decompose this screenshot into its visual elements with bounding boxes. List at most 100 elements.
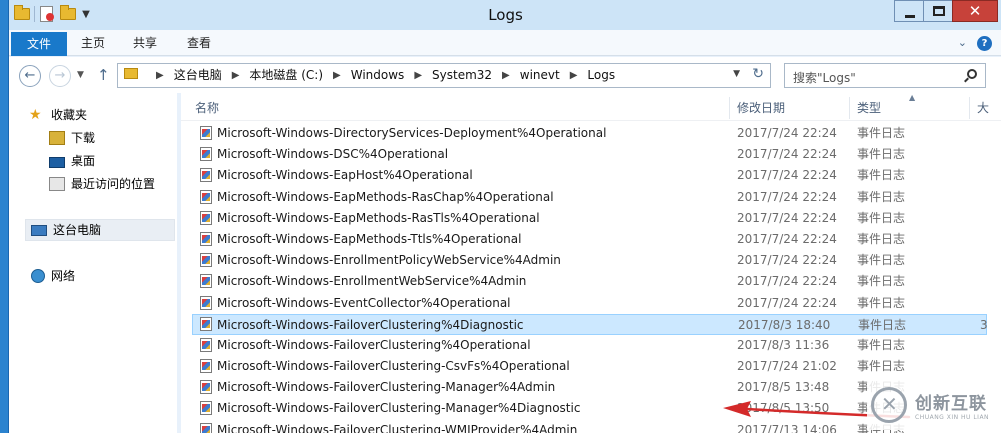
file-name: Microsoft-Windows-FailoverClustering-Man… <box>217 401 581 416</box>
column-header-date[interactable]: 修改日期 <box>737 99 785 116</box>
table-row[interactable]: Microsoft-Windows-EapMethods-Ttls%4Opera… <box>181 229 1001 250</box>
sidebar-item-label: 收藏夹 <box>51 108 88 122</box>
column-divider[interactable] <box>849 97 850 119</box>
brand-logo-icon <box>871 387 907 423</box>
table-row[interactable]: Microsoft-Windows-FailoverClustering-Csv… <box>181 356 1001 377</box>
file-name: Microsoft-Windows-FailoverClustering%4Op… <box>217 337 531 352</box>
breadcrumb-item[interactable]: Logs <box>587 64 615 87</box>
file-date: 2017/7/24 22:24 <box>737 210 837 225</box>
event-log-file-icon <box>200 126 212 140</box>
event-log-file-icon <box>200 147 212 162</box>
refresh-icon[interactable]: ↻ <box>752 66 764 82</box>
sidebar-item-favorites[interactable]: ★ 收藏夹 <box>29 105 87 125</box>
tab-share[interactable]: 共享 <box>133 30 157 56</box>
file-date: 2017/7/24 22:24 <box>737 253 837 268</box>
recent-places-icon <box>49 177 65 191</box>
breadcrumb-item[interactable]: 本地磁盘 (C:) <box>249 64 323 87</box>
table-row[interactable]: Microsoft-Windows-EnrollmentPolicyWebSer… <box>181 250 1001 271</box>
address-dropdown-icon[interactable]: ▼ <box>733 69 740 79</box>
sort-ascending-icon: ▲ <box>909 93 916 102</box>
file-date: 2017/7/24 22:24 <box>737 231 837 246</box>
help-icon[interactable]: ? <box>977 36 992 51</box>
file-name: Microsoft-Windows-EapHost%4Operational <box>217 168 473 183</box>
table-row[interactable]: Microsoft-Windows-EapMethods-RasTls%4Ope… <box>181 208 1001 229</box>
column-header-type[interactable]: 类型 <box>857 99 881 116</box>
up-arrow-icon[interactable]: ↑ <box>97 66 110 84</box>
tab-file[interactable]: 文件 <box>11 32 67 56</box>
table-row[interactable]: Microsoft-Windows-DirectoryServices-Depl… <box>181 123 1001 144</box>
tab-home[interactable]: 主页 <box>81 30 105 56</box>
sidebar-item-label: 下载 <box>71 131 96 145</box>
chevron-right-icon[interactable]: ▶ <box>156 64 164 87</box>
search-icon[interactable] <box>967 69 977 79</box>
chevron-right-icon[interactable]: ▶ <box>232 64 240 87</box>
ribbon-controls: ⌄ ? <box>958 36 992 51</box>
file-name: Microsoft-Windows-FailoverClustering%4Di… <box>217 317 524 332</box>
table-row[interactable]: Microsoft-Windows-EapMethods-RasChap%4Op… <box>181 187 1001 208</box>
address-bar[interactable]: ▶ 这台电脑 ▶ 本地磁盘 (C:) ▶ Windows ▶ System32 … <box>117 63 771 88</box>
event-log-file-icon <box>200 231 212 246</box>
file-type: 事件日志 <box>857 231 906 246</box>
breadcrumb-item[interactable]: 这台电脑 <box>174 64 222 87</box>
desktop-icon <box>49 156 65 168</box>
event-log-file-icon <box>200 359 212 374</box>
sidebar-item-desktop[interactable]: 桌面 <box>49 151 95 171</box>
chevron-right-icon[interactable]: ▶ <box>333 64 341 87</box>
table-row-selected[interactable]: Microsoft-Windows-FailoverClustering%4Di… <box>192 313 988 335</box>
maximize-button[interactable] <box>923 0 953 22</box>
file-date: 2017/8/3 18:40 <box>738 317 831 332</box>
sidebar-item-recent[interactable]: 最近访问的位置 <box>49 174 155 194</box>
breadcrumb-item[interactable]: winevt <box>520 64 560 87</box>
file-type: 事件日志 <box>857 168 906 183</box>
column-divider[interactable] <box>729 97 730 119</box>
breadcrumb-item[interactable]: System32 <box>432 64 492 87</box>
column-header-name[interactable]: 名称 <box>195 99 219 116</box>
search-input[interactable]: 搜索"Logs" <box>784 63 986 88</box>
back-button[interactable]: ← <box>19 65 41 87</box>
table-row[interactable]: Microsoft-Windows-DSC%4Operational 2017/7… <box>181 144 1001 165</box>
sidebar-item-label: 最近访问的位置 <box>71 177 156 191</box>
explorer-window: ▼ Logs ✕ 文件 主页 共享 查看 ⌄ ? ← → ▼ ↑ ▶ 这台电脑 … <box>8 0 1001 433</box>
file-date: 2017/7/24 22:24 <box>737 147 837 162</box>
window-title: Logs <box>488 6 523 24</box>
minimize-button[interactable] <box>894 0 924 22</box>
network-icon <box>31 269 45 283</box>
event-log-file-icon <box>200 316 212 331</box>
watermark-logo: 创新互联 CHUANG XIN HU LIAN <box>867 380 1001 430</box>
close-button[interactable]: ✕ <box>952 0 998 22</box>
sidebar-item-label: 这台电脑 <box>53 223 102 237</box>
file-name: Microsoft-Windows-EnrollmentPolicyWebSer… <box>217 253 561 268</box>
table-row[interactable]: Microsoft-Windows-EnrollmentWebService%4… <box>181 271 1001 292</box>
breadcrumb-item[interactable]: Windows <box>351 64 405 87</box>
column-headers: 名称 修改日期 ▲ 类型 大 <box>181 93 1001 121</box>
close-icon: ✕ <box>968 2 982 20</box>
file-name: Microsoft-Windows-EapMethods-RasChap%4Op… <box>217 189 554 204</box>
table-row[interactable]: Microsoft-Windows-FailoverClustering%4Op… <box>181 335 1001 356</box>
tab-view[interactable]: 查看 <box>187 30 211 56</box>
file-type: 事件日志 <box>857 126 906 140</box>
forward-button[interactable]: → <box>49 65 71 87</box>
chevron-right-icon[interactable]: ▶ <box>502 64 510 87</box>
file-type: 事件日志 <box>857 274 906 289</box>
sidebar-item-downloads[interactable]: 下载 <box>49 128 95 148</box>
chevron-right-icon[interactable]: ▶ <box>414 64 422 87</box>
event-log-file-icon <box>200 337 212 352</box>
maximize-icon <box>933 6 945 16</box>
event-log-file-icon <box>200 274 212 289</box>
star-icon: ★ <box>29 107 42 123</box>
file-type: 事件日志 <box>857 295 906 310</box>
watermark-subtext: CHUANG XIN HU LIAN <box>915 414 990 421</box>
sidebar-item-this-pc[interactable]: 这台电脑 <box>31 220 101 240</box>
sidebar-item-network[interactable]: 网络 <box>31 266 75 286</box>
column-divider[interactable] <box>969 97 970 119</box>
file-date: 2017/7/24 22:24 <box>737 189 837 204</box>
file-name: Microsoft-Windows-EapMethods-Ttls%4Opera… <box>217 231 522 246</box>
expand-ribbon-icon[interactable]: ⌄ <box>958 36 967 51</box>
file-type: 事件日志 <box>857 210 906 225</box>
file-date: 2017/7/24 22:24 <box>737 295 837 310</box>
column-header-size[interactable]: 大 <box>977 99 989 116</box>
table-row[interactable]: Microsoft-Windows-EapHost%4Operational 20… <box>181 165 1001 186</box>
chevron-right-icon[interactable]: ▶ <box>570 64 578 87</box>
recent-locations-dropdown-icon[interactable]: ▼ <box>77 70 84 80</box>
table-row[interactable]: Microsoft-Windows-EventCollector%4Operat… <box>181 293 1001 314</box>
